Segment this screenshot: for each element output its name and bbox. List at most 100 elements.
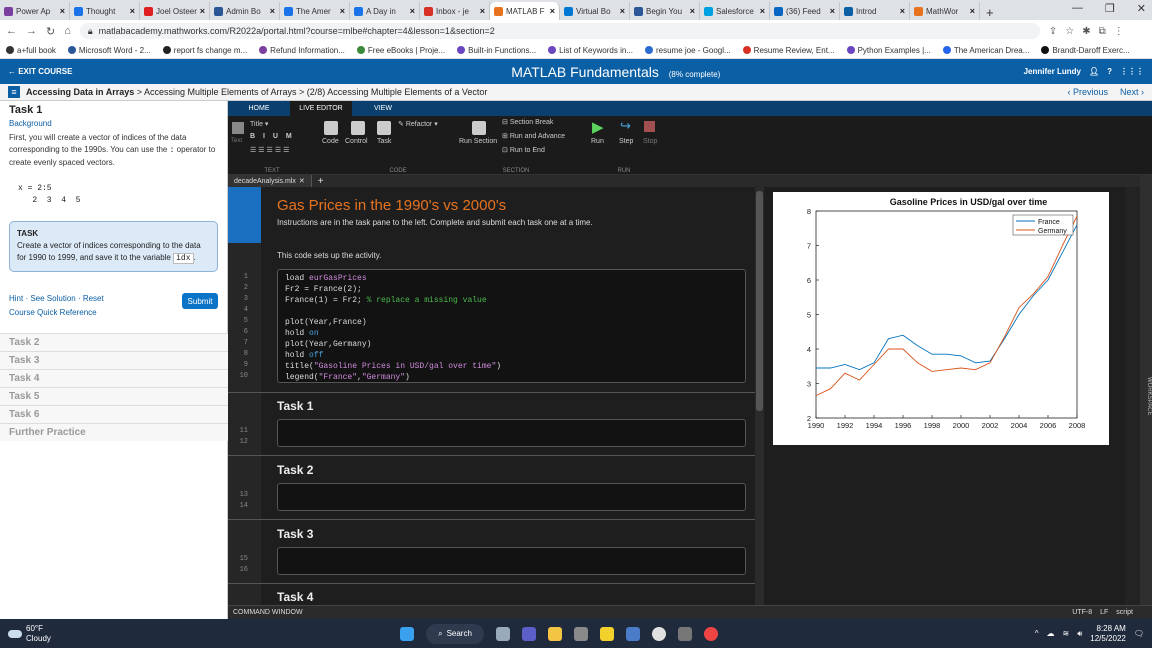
command-window-label[interactable]: COMMAND WINDOW [233,609,303,616]
task4-heading[interactable]: Task 4 [277,590,313,604]
apps-grid-icon[interactable]: ⋮⋮⋮ [1120,67,1144,76]
task1-heading[interactable]: Task 1 [277,399,313,413]
paragraph-align-icons[interactable]: ☰☰☰☰☰ [250,146,291,154]
bookmark-item[interactable]: a+full book [6,46,56,55]
app-icon[interactable] [574,626,588,641]
browser-tab[interactable]: Virtual Bo × [560,2,630,20]
file-explorer-icon[interactable] [548,626,562,641]
run-section-icon[interactable] [472,121,486,135]
browser-tab[interactable]: Salesforce × [700,2,770,20]
browser-tab[interactable]: Power Ap × [0,2,70,20]
puzzle-icon[interactable]: ⧉ [1099,26,1106,37]
bookmark-item[interactable]: Python Examples |... [846,46,931,55]
user-icon[interactable]: 👤︎ [1089,67,1099,76]
editor-scrollbar[interactable] [755,187,764,605]
taskbar-search[interactable]: ⌕ Search [426,623,484,644]
share-icon[interactable]: ⇪ [1049,26,1057,37]
restore-icon[interactable]: ❐ [1105,2,1115,15]
weather-widget[interactable]: 60°F Cloudy [0,624,400,644]
task-view-icon[interactable] [496,626,510,641]
reload-icon[interactable]: ↻ [46,25,55,38]
browser-tab[interactable]: Begin You × [630,2,700,20]
chrome-icon[interactable] [704,626,718,641]
see-solution-link[interactable]: See Solution [30,294,75,303]
forward-icon[interactable]: → [26,25,37,37]
breadcrumb-chapter[interactable]: Accessing Data in Arrays [26,87,134,97]
browser-tab[interactable]: Thought × [70,2,140,20]
notification-icon[interactable]: 🗨︎ [1134,629,1144,638]
close-icon[interactable]: × [130,6,135,16]
figure-output[interactable]: Gasoline Prices in USD/gal over time 1990… [773,192,1109,445]
control-icon[interactable] [351,121,365,135]
bookmark-item[interactable]: Refund Information... [259,46,345,55]
setup-text[interactable]: This code sets up the activity. [277,251,381,260]
close-icon[interactable]: × [480,6,485,16]
help-icon[interactable]: ? [1107,67,1112,76]
task1-code-block[interactable] [277,419,746,447]
hint-link[interactable]: Hint [9,294,23,303]
task-list-item[interactable]: Further Practice [0,423,228,441]
close-window-icon[interactable]: ✕ [1137,2,1146,15]
previous-button[interactable]: ‹ Previous [1067,87,1108,97]
task2-code-block[interactable] [277,483,746,511]
text-button[interactable]: Text [231,138,242,144]
close-icon[interactable]: × [760,6,765,16]
new-tab-icon[interactable]: + [980,5,1000,20]
run-button[interactable]: Run [591,138,604,145]
stop-button[interactable]: Stop [643,138,657,145]
close-icon[interactable]: × [410,6,415,16]
close-icon[interactable]: × [970,6,975,16]
app-icon[interactable] [600,626,614,641]
app-icon[interactable] [678,626,692,641]
task-list-item[interactable]: Task 6 [0,405,228,423]
run-section-button[interactable]: Run Section [459,138,497,145]
close-icon[interactable]: × [830,6,835,16]
task-icon[interactable] [377,121,391,135]
exit-course-link[interactable]: ← EXIT COURSE [8,67,208,76]
close-icon[interactable]: × [270,6,275,16]
close-icon[interactable]: × [60,6,65,16]
reset-link[interactable]: Reset [83,294,104,303]
user-name[interactable]: Jennifer Lundy [1024,67,1081,76]
ribbon-tab-live-editor[interactable]: LIVE EDITOR [290,101,352,116]
browser-tab[interactable]: Introd × [840,2,910,20]
code-button[interactable]: Code [322,138,339,145]
ribbon-tab-home[interactable]: HOME [228,101,290,116]
star-icon[interactable]: ☆ [1065,26,1074,37]
tray-chevron-icon[interactable]: ^ [1035,629,1039,638]
run-and-advance-button[interactable]: ⊞ Run and Advance [502,132,565,140]
ribbon-tab-view[interactable]: VIEW [352,101,414,116]
step-icon[interactable]: ↪ [620,118,631,134]
next-button[interactable]: Next › [1120,87,1144,97]
close-icon[interactable]: × [340,6,345,16]
task2-heading[interactable]: Task 2 [277,463,313,477]
bookmark-item[interactable]: The American Drea... [942,46,1029,55]
task-list-item[interactable]: Task 3 [0,351,228,369]
submit-button[interactable]: Submit [182,293,218,309]
bookmark-item[interactable]: Microsoft Word - 2... [67,46,151,55]
background-link[interactable]: Background [0,116,227,128]
title-dropdown[interactable]: Title ▾ [250,120,268,128]
bookmark-item[interactable]: List of Keywords in... [548,46,633,55]
browser-tab[interactable]: MATLAB F × [490,2,560,20]
bookmark-item[interactable]: Brandt-Daroff Exerc... [1041,46,1130,55]
url-bar[interactable]: 🔒︎ matlabacademy.mathworks.com/R2022a/po… [79,23,1040,39]
home-icon[interactable]: ⌂ [64,25,71,37]
document-tab[interactable]: decadeAnalysis.mlx ✕ [228,175,312,187]
browser-tab[interactable]: Admin Bo × [210,2,280,20]
menu-icon[interactable]: ⋮ [1114,26,1124,37]
bookmark-item[interactable]: Free eBooks | Proje... [356,46,445,55]
volume-icon[interactable]: 🔊︎ [1077,629,1082,639]
close-icon[interactable]: × [690,6,695,16]
close-icon[interactable]: × [620,6,625,16]
control-button[interactable]: Control [345,138,368,145]
bookmark-item[interactable]: report fs change m... [162,46,247,55]
run-to-end-button[interactable]: ⊡ Run to End [502,146,545,154]
task3-code-block[interactable] [277,547,746,575]
browser-tab[interactable]: Inbox - je × [420,2,490,20]
bookmark-item[interactable]: resume joe - Googl... [644,46,731,55]
app-icon[interactable] [626,626,640,641]
task-list-item[interactable]: Task 4 [0,369,228,387]
task-list-item[interactable]: Task 5 [0,387,228,405]
hamburger-menu-icon[interactable]: ≡ [8,86,20,98]
